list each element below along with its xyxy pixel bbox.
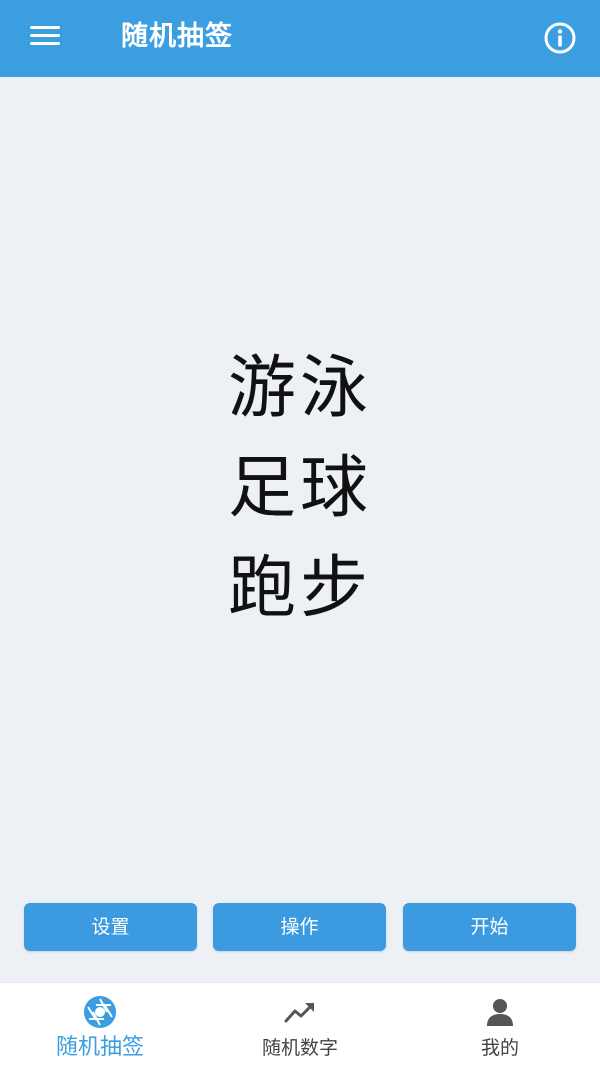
trending-up-icon xyxy=(284,1003,314,1023)
result-list: 游泳 足球 跑步 xyxy=(0,339,600,639)
app-bar: 随机抽签 xyxy=(0,0,600,77)
menu-line xyxy=(30,26,60,29)
nav-label: 随机数字 xyxy=(261,1037,338,1059)
nav-item-random-number[interactable]: 随机数字 xyxy=(200,983,400,1068)
bottom-nav: 随机抽签 随机数字 我的 xyxy=(0,982,600,1068)
menu-button[interactable] xyxy=(26,22,66,52)
nav-item-random-draw[interactable]: 随机抽签 xyxy=(0,983,200,1068)
nav-label: 我的 xyxy=(480,1037,519,1059)
page-title: 随机抽签 xyxy=(121,21,233,52)
result-item: 足球 xyxy=(227,449,372,528)
nav-item-mine[interactable]: 我的 xyxy=(400,983,600,1068)
info-button[interactable] xyxy=(543,21,577,55)
person-icon xyxy=(487,999,513,1026)
settings-button[interactable]: 设置 xyxy=(24,903,197,951)
result-item: 游泳 xyxy=(227,349,372,428)
nav-label: 随机抽签 xyxy=(55,1035,144,1060)
aperture-icon xyxy=(84,996,116,1028)
menu-line xyxy=(30,34,60,37)
operate-button[interactable]: 操作 xyxy=(213,903,386,951)
info-circle-icon xyxy=(544,22,576,54)
start-button[interactable]: 开始 xyxy=(403,903,576,951)
menu-line xyxy=(30,42,60,45)
main-content: 游泳 足球 跑步 xyxy=(0,77,600,982)
result-item: 跑步 xyxy=(227,549,372,628)
